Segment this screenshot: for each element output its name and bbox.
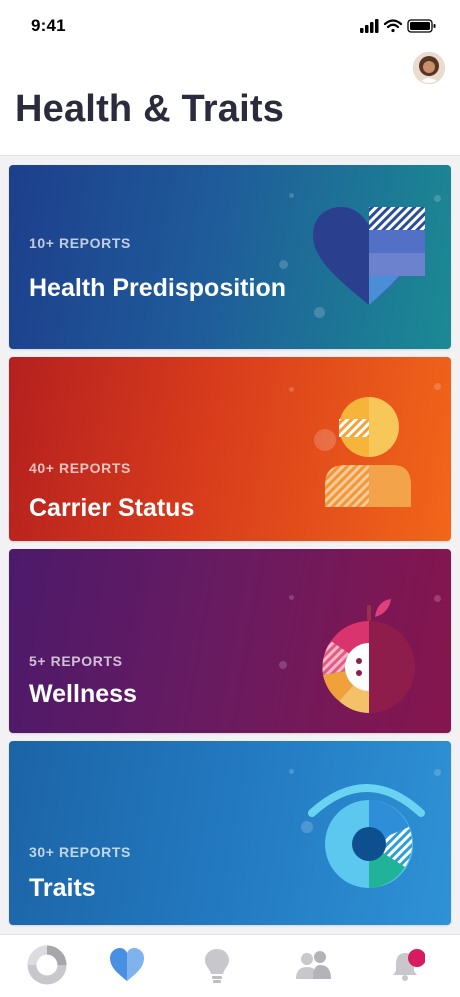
card-title: Wellness <box>29 680 137 708</box>
heart-icon <box>110 948 144 981</box>
tab-bar <box>0 934 460 997</box>
traits-card[interactable]: 30+ REPORTS Traits <box>9 741 451 925</box>
report-count: 30+ REPORTS <box>29 844 131 860</box>
tab-ancestry[interactable] <box>27 945 67 985</box>
cellular-signal-icon <box>360 19 379 33</box>
card-title: Traits <box>29 874 96 902</box>
heart-icon <box>313 207 425 305</box>
status-icons <box>360 16 438 36</box>
wifi-icon <box>383 19 403 33</box>
tab-relatives[interactable] <box>293 945 333 985</box>
report-count: 40+ REPORTS <box>29 460 131 476</box>
tab-insights[interactable] <box>197 945 237 985</box>
status-time: 9:41 <box>31 16 66 35</box>
relatives-people-icon <box>296 951 331 979</box>
bell-icon <box>393 949 425 981</box>
card-title: Health Predisposition <box>29 274 286 302</box>
profile-avatar-icon <box>414 53 444 83</box>
card-title: Carrier Status <box>29 494 195 522</box>
status-bar: 9:41 <box>0 0 460 52</box>
report-count: 5+ REPORTS <box>29 653 123 669</box>
ancestry-donut-icon <box>27 945 67 985</box>
carrier-status-card[interactable]: 40+ REPORTS Carrier Status <box>9 357 451 541</box>
health-predisposition-card[interactable]: 10+ REPORTS Health Predisposition <box>9 165 451 349</box>
avatar[interactable] <box>413 52 445 84</box>
lightbulb-icon <box>205 949 229 983</box>
page-header: Health & Traits <box>0 52 460 156</box>
tab-health[interactable] <box>107 945 147 985</box>
wellness-card[interactable]: 5+ REPORTS Wellness <box>9 549 451 733</box>
tab-notifications[interactable] <box>385 945 425 985</box>
report-count: 10+ REPORTS <box>29 235 131 251</box>
page-title: Health & Traits <box>15 88 285 130</box>
battery-icon <box>407 19 436 33</box>
